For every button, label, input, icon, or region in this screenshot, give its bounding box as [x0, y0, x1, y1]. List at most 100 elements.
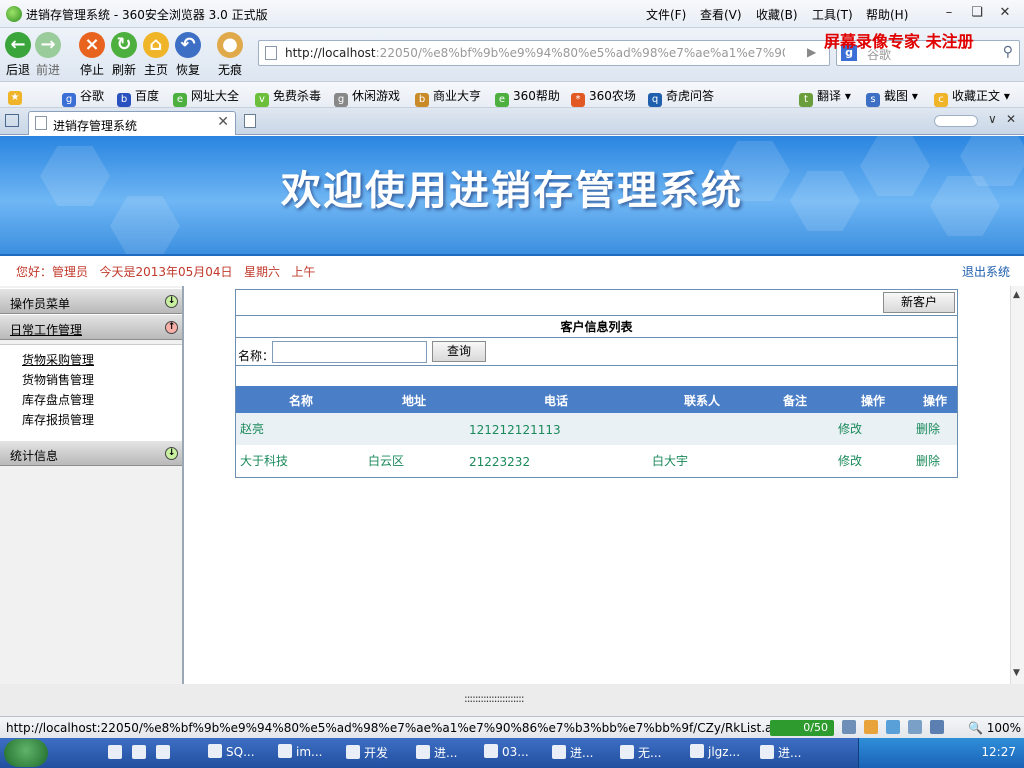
- star-icon[interactable]: ★: [8, 87, 26, 105]
- restore-icon[interactable]: ❏: [966, 4, 988, 22]
- collapse-icon[interactable]: ↑: [165, 321, 178, 334]
- fav-google[interactable]: g 谷歌: [62, 87, 104, 107]
- forward-label: 前进: [35, 63, 60, 77]
- menu-favorites[interactable]: 收藏(B): [756, 6, 798, 23]
- tab-close-all-icon[interactable]: ✕: [1006, 112, 1016, 126]
- tab-active[interactable]: 进销存管理系统 ✕: [28, 111, 236, 135]
- tab-title: 进销存管理系统: [53, 119, 138, 133]
- sidebar-section-label: 日常工作管理: [10, 323, 83, 337]
- address-url[interactable]: http://localhost:22050/%e8%bf%9b%e9%94%8…: [285, 46, 785, 60]
- fav-360help[interactable]: e 360帮助: [495, 87, 560, 107]
- taskbar-item[interactable]: 开发: [346, 744, 388, 761]
- fav-baidu[interactable]: b 百度: [117, 87, 159, 107]
- status-tool-icon[interactable]: [842, 720, 856, 734]
- sidebar-section-stats[interactable]: 统计信息 ↓: [0, 440, 182, 466]
- title-bar: 进销存管理系统 - 360安全浏览器 3.0 正式版 文件(F) 查看(V) 收…: [0, 0, 1024, 28]
- download-progress[interactable]: 0/50: [770, 720, 834, 736]
- delete-link[interactable]: 删除: [916, 420, 940, 437]
- search-icon[interactable]: ⚲: [1003, 44, 1013, 60]
- 360-help-fav-icon: e: [495, 93, 509, 107]
- sidebar-section-label: 统计信息: [10, 449, 59, 463]
- menu-help[interactable]: 帮助(H): [866, 6, 908, 23]
- fav-antivirus[interactable]: v 免费杀毒: [255, 87, 321, 107]
- tab-search-pill[interactable]: [934, 115, 978, 127]
- tab-menu-icon[interactable]: [5, 114, 19, 127]
- sidebar-item-sales[interactable]: 货物销售管理: [22, 371, 94, 388]
- cell-name: 赵亮: [240, 422, 265, 436]
- banner-title: 欢迎使用进销存管理系统: [281, 168, 743, 214]
- taskbar-item[interactable]: jlgz...: [690, 744, 740, 759]
- fav-360farm[interactable]: * 360农场: [571, 87, 636, 107]
- scroll-up-icon[interactable]: ▲: [1013, 290, 1020, 300]
- expand-icon[interactable]: ↓: [165, 295, 178, 308]
- taskbar-item[interactable]: SQ...: [208, 744, 255, 759]
- name-search-input[interactable]: [272, 341, 427, 363]
- delete-link[interactable]: 删除: [916, 452, 940, 469]
- column-header: 地址: [401, 394, 426, 408]
- fav-hao[interactable]: e 网址大全: [173, 87, 239, 107]
- fav-games[interactable]: g 休闲游戏: [334, 87, 400, 107]
- taskbar-item[interactable]: 进...: [416, 744, 457, 761]
- expand-icon[interactable]: ↓: [165, 447, 178, 460]
- column-header: 备注: [782, 394, 807, 408]
- menu-view[interactable]: 查看(V): [700, 6, 742, 23]
- screenshot-button[interactable]: s 截图 ▾: [866, 87, 918, 107]
- status-tool-icon[interactable]: [908, 720, 922, 734]
- taskbar-item[interactable]: 03...: [484, 744, 529, 759]
- minimize-icon[interactable]: –: [938, 4, 960, 22]
- query-button[interactable]: 查询: [432, 341, 486, 362]
- list-title: 客户信息列表: [560, 320, 633, 334]
- translate-button[interactable]: t 翻译 ▾: [799, 87, 851, 107]
- quick-launch-ie-icon[interactable]: [108, 745, 126, 760]
- quick-launch-360-icon[interactable]: [132, 745, 150, 760]
- sidebar-item-purchase[interactable]: 货物采购管理: [22, 351, 94, 368]
- start-button[interactable]: [4, 739, 48, 767]
- home-icon: ⌂: [143, 32, 169, 58]
- logout-link[interactable]: 退出系统: [962, 263, 1010, 280]
- tab-list-icon[interactable]: ∨: [988, 112, 997, 126]
- close-icon[interactable]: ✕: [994, 4, 1016, 22]
- edit-link[interactable]: 修改: [838, 452, 862, 469]
- sidebar-section-daily[interactable]: 日常工作管理 ↑: [0, 314, 182, 340]
- window-title: 进销存管理系统 - 360安全浏览器 3.0 正式版: [26, 8, 268, 22]
- sidebar-item-loss[interactable]: 库存报损管理: [22, 411, 94, 428]
- table-row: 大于科技 白云区 21223232 白大宇 修改 删除: [236, 445, 957, 477]
- sidebar-submenu: 货物采购管理 货物销售管理 库存盘点管理 库存报损管理: [0, 344, 182, 440]
- edit-link[interactable]: 修改: [838, 420, 862, 437]
- refresh-icon: ↻: [111, 32, 137, 58]
- restore-button[interactable]: ↶ 恢复: [170, 30, 206, 80]
- taskbar-item[interactable]: 无...: [620, 744, 661, 761]
- stop-icon: ×: [79, 32, 105, 58]
- cell-name: 大于科技: [240, 454, 289, 468]
- collect-text-button[interactable]: c 收藏正文 ▾: [934, 87, 1010, 107]
- stop-button[interactable]: × 停止: [74, 30, 110, 80]
- fav-business[interactable]: b 商业大亨: [415, 87, 481, 107]
- frame-resize-grip[interactable]: ::::::::::::::::::::::: [0, 684, 1024, 716]
- fav-qa[interactable]: q 奇虎问答: [648, 87, 714, 107]
- quick-launch-windows-icon[interactable]: [156, 745, 174, 760]
- status-tool-icon[interactable]: [864, 720, 878, 734]
- sidebar-item-inventory[interactable]: 库存盘点管理: [22, 391, 94, 408]
- forward-button[interactable]: → 前进: [30, 30, 66, 80]
- refresh-button[interactable]: ↻ 刷新: [106, 30, 142, 80]
- tab-close-icon[interactable]: ✕: [217, 114, 229, 130]
- new-tab-icon[interactable]: [244, 114, 256, 128]
- incognito-button[interactable]: ● 无痕: [212, 30, 248, 80]
- menu-file[interactable]: 文件(F): [646, 6, 686, 23]
- status-tool-icon[interactable]: [886, 720, 900, 734]
- sidebar-section-label: 操作员菜单: [10, 297, 71, 311]
- home-button[interactable]: ⌂ 主页: [138, 30, 174, 80]
- address-bar[interactable]: http://localhost:22050/%e8%bf%9b%e9%94%8…: [258, 40, 830, 66]
- scroll-down-icon[interactable]: ▼: [1013, 668, 1020, 678]
- sound-icon[interactable]: [930, 720, 944, 734]
- clock[interactable]: 12:27: [981, 745, 1016, 759]
- taskbar-item[interactable]: 进...: [552, 744, 593, 761]
- taskbar-item[interactable]: 进...: [760, 744, 801, 761]
- menu-tools[interactable]: 工具(T): [812, 6, 853, 23]
- go-arrow-icon[interactable]: ▶: [807, 45, 823, 61]
- new-customer-button[interactable]: 新客户: [883, 292, 955, 313]
- browser-logo-icon: [6, 6, 22, 22]
- vertical-scrollbar[interactable]: ▲ ▼: [1010, 286, 1024, 684]
- sidebar-section-operator[interactable]: 操作员菜单 ↓: [0, 288, 182, 314]
- taskbar-item[interactable]: im...: [278, 744, 322, 759]
